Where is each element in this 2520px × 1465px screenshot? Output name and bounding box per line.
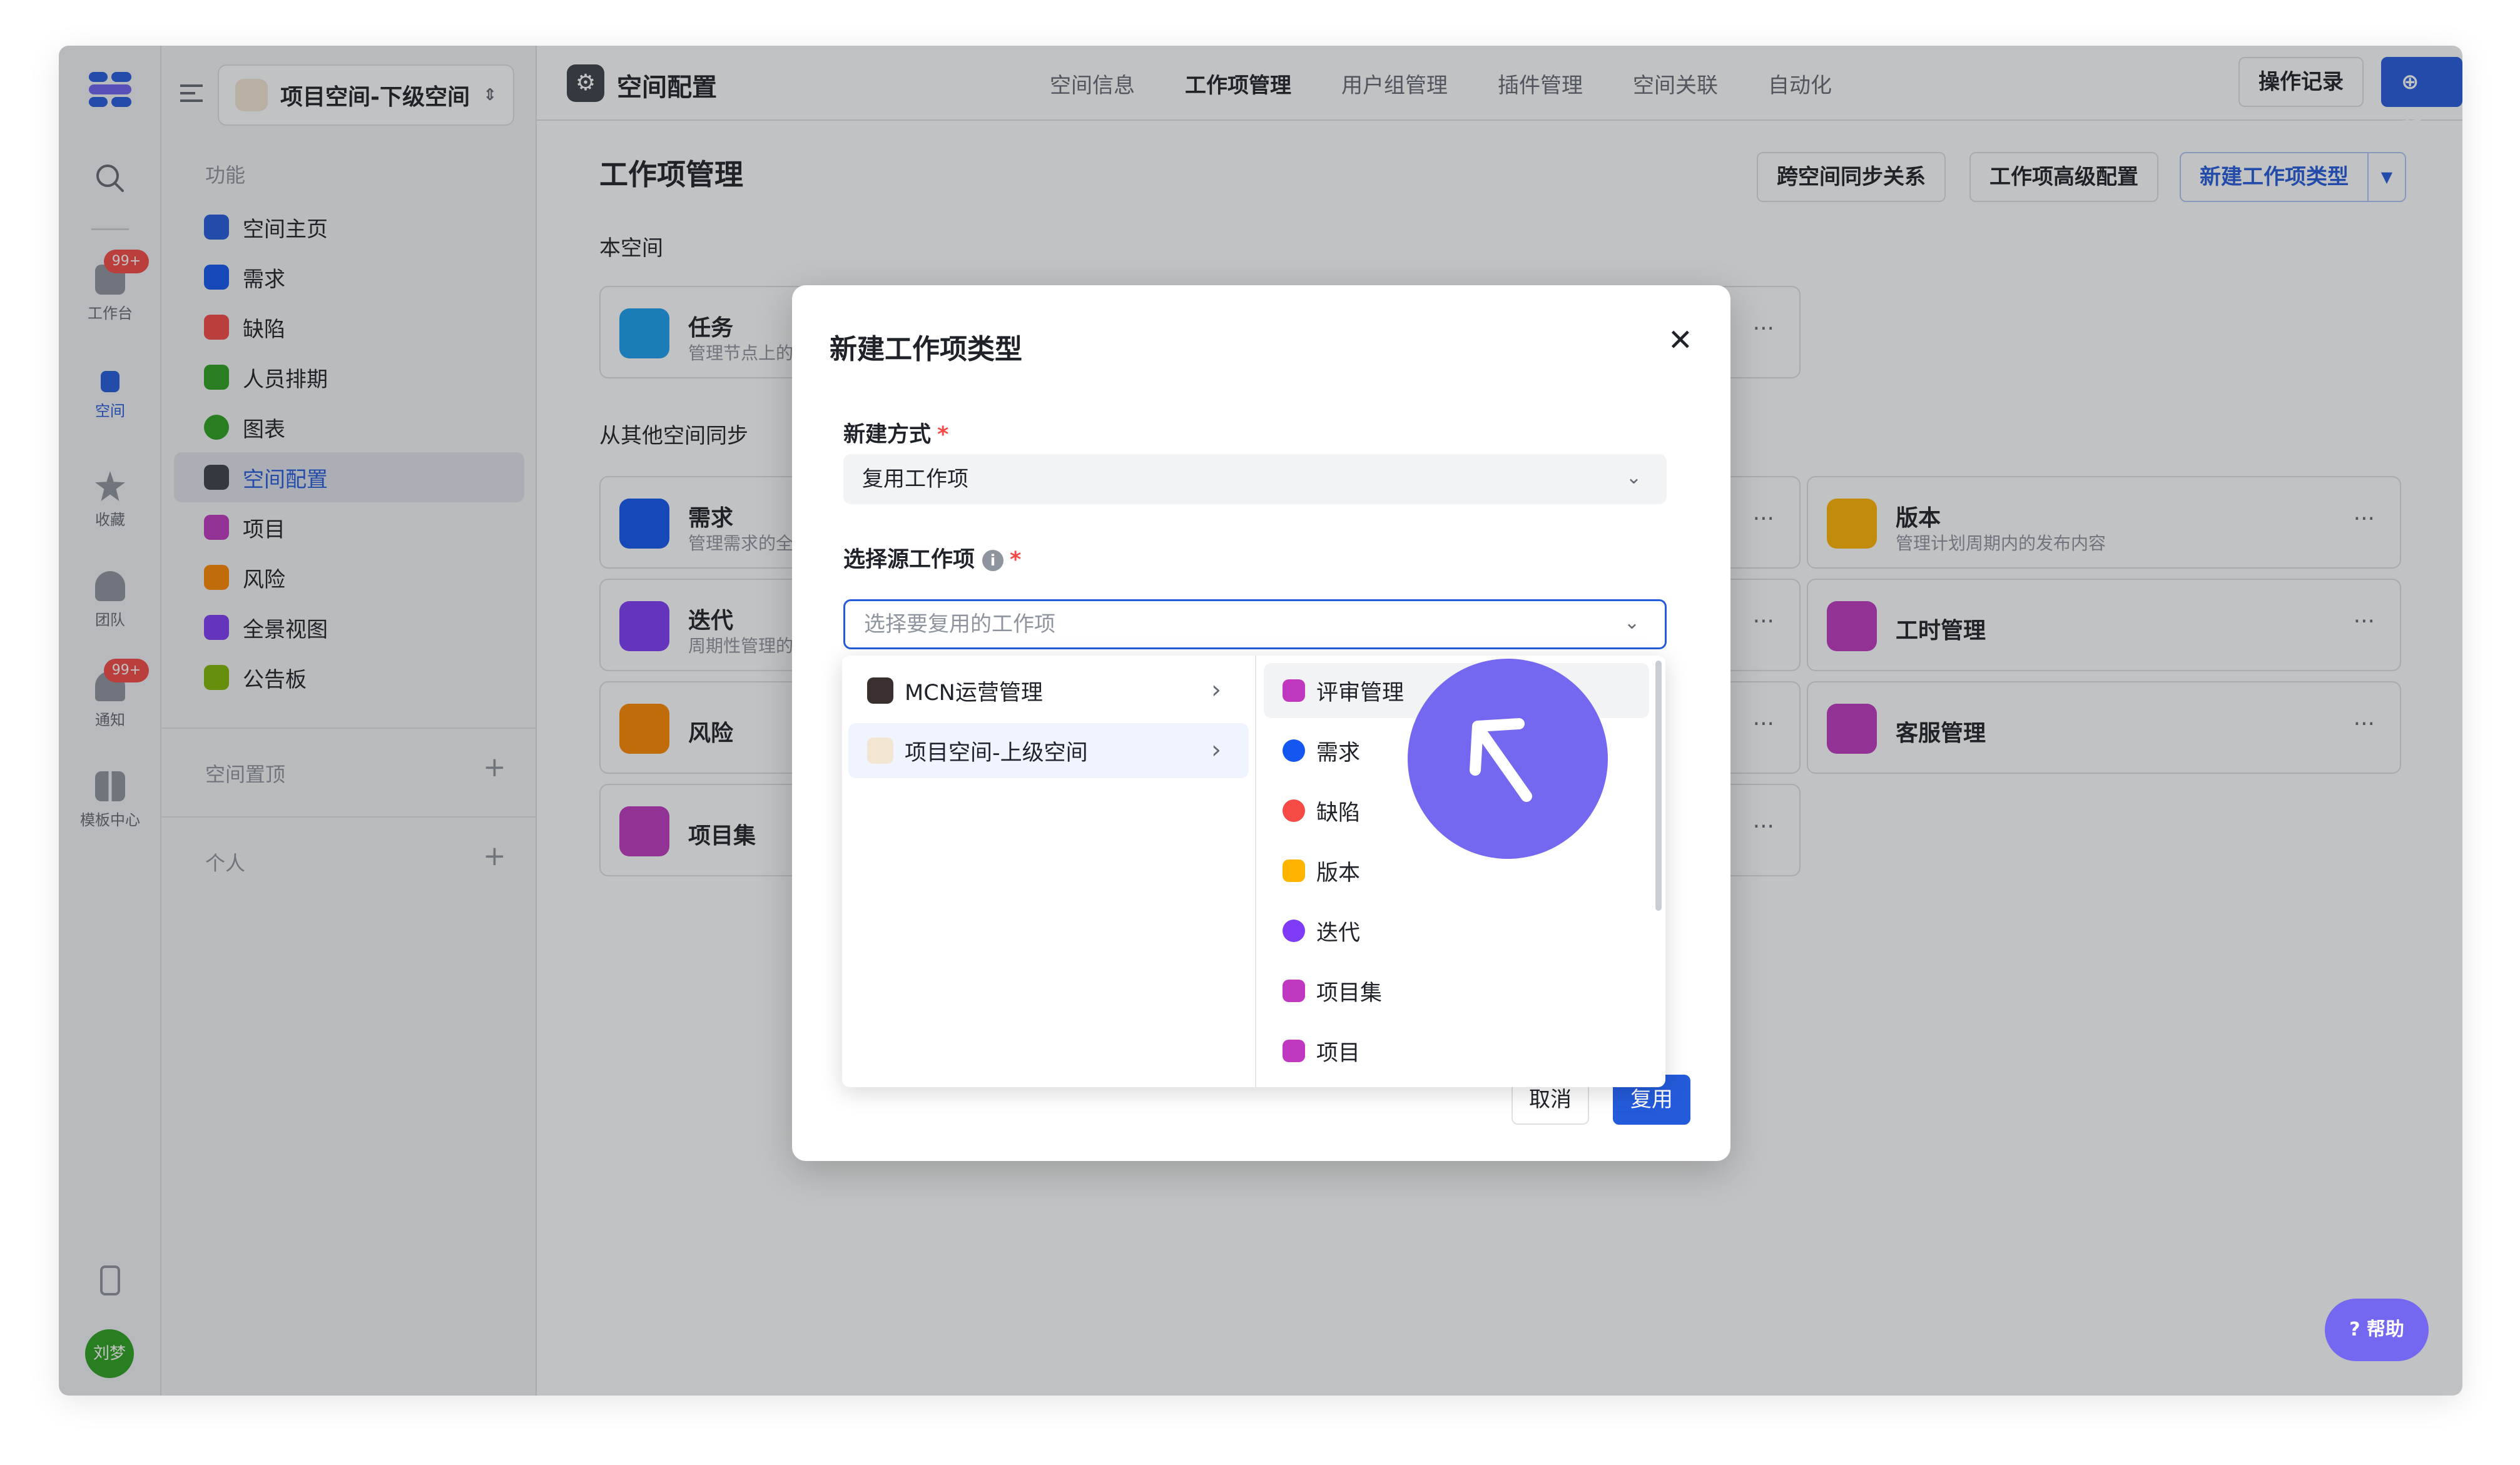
info-icon[interactable]: i xyxy=(982,550,1004,571)
cascader-type-option[interactable]: 迭代 xyxy=(1264,903,1649,958)
arrow-cursor-icon xyxy=(1470,718,1532,802)
method-select[interactable]: 复用工作项 ⌄ xyxy=(843,454,1667,504)
chevron-right-icon: › xyxy=(1211,676,1221,704)
requirement-icon xyxy=(1283,739,1305,762)
space-avatar xyxy=(867,738,893,764)
iteration-icon xyxy=(1283,920,1305,942)
cascader-space-option[interactable]: 项目空间-上级空间 › xyxy=(848,723,1249,778)
dialog-title: 新建工作项类型 xyxy=(830,333,1022,365)
space-avatar xyxy=(867,677,893,704)
version-icon xyxy=(1283,859,1305,882)
cascader-type-option[interactable]: 项目 xyxy=(1264,1023,1649,1078)
method-label: 新建方式 * xyxy=(843,422,949,447)
defect-icon xyxy=(1283,799,1305,822)
cascader-space-option[interactable]: MCN运营管理 › xyxy=(848,663,1249,718)
chevron-right-icon: › xyxy=(1211,736,1221,764)
close-icon[interactable]: ✕ xyxy=(1668,323,1693,358)
source-label: 选择源工作项 i * xyxy=(843,547,1022,572)
cascader-type-option[interactable]: 项目集 xyxy=(1264,963,1649,1018)
scrollbar[interactable] xyxy=(1655,661,1662,911)
project-set-icon xyxy=(1283,980,1305,1002)
chevron-down-icon: ⌄ xyxy=(1625,467,1642,489)
review-icon xyxy=(1283,679,1305,702)
project-icon xyxy=(1283,1040,1305,1062)
help-button[interactable]: ? 帮助 xyxy=(2325,1299,2429,1361)
chevron-down-icon: ⌄ xyxy=(1623,612,1640,634)
cascader-space-column: MCN运营管理 › 项目空间-上级空间 › xyxy=(842,656,1256,1087)
cursor-highlight xyxy=(1408,659,1608,859)
source-work-item-select[interactable]: 选择要复用的工作项 ⌄ xyxy=(843,599,1667,649)
